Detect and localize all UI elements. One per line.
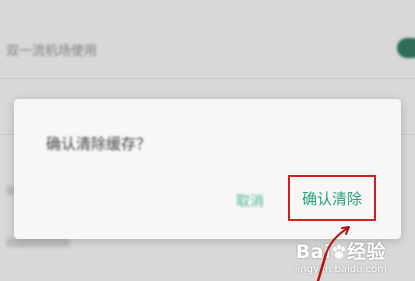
settings-row: 双一流机场使用 — [0, 22, 415, 79]
clear-cache-dialog: 确认清除缓存？ 取消 确认清除 — [14, 99, 401, 239]
dialog-message: 确认清除缓存？ — [46, 135, 152, 153]
toggle-switch — [397, 38, 415, 58]
settings-row-placeholder — [6, 238, 70, 247]
confirm-clear-button[interactable]: 确认清除 — [288, 175, 376, 221]
cancel-button[interactable]: 取消 — [236, 191, 264, 211]
arrow-pointer-icon — [316, 226, 350, 281]
settings-row-label: 双一流机场使用 — [6, 44, 98, 59]
screen: 双一流机场使用 确认清除缓存？ 取消 确认清除 Bai 经验 jingyan.b… — [0, 0, 415, 281]
